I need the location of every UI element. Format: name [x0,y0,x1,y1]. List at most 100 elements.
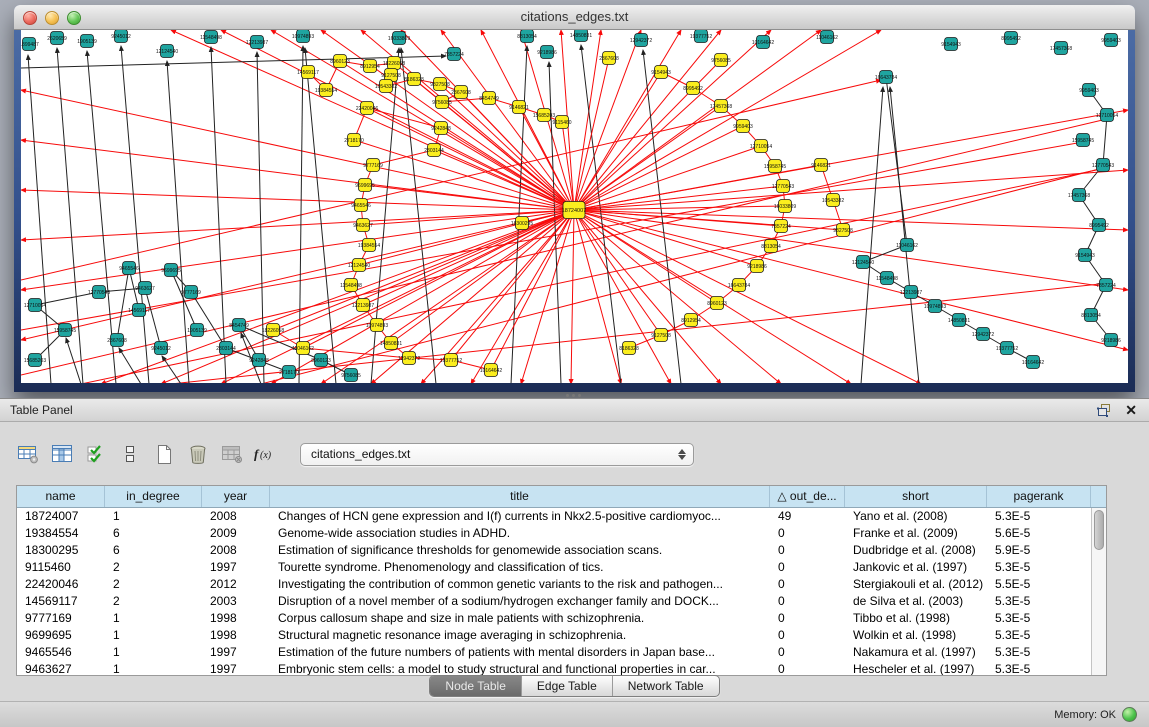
table-row[interactable]: 946554611997Estimation of the future num… [17,644,1091,661]
cell-pagerank: 5.3E-5 [987,610,1091,627]
table-selector-combobox[interactable]: citations_edges.txt [300,443,694,466]
svg-text:14850831: 14850831 [570,33,592,39]
cell-name: 9699695 [17,627,105,644]
memory-status-label: Memory: OK [1054,709,1116,721]
svg-text:10543382: 10543382 [375,84,397,90]
cell-outde: 0 [770,559,845,576]
cell-year: 2003 [202,593,270,610]
table-panel: Table Panel ✕ f(x) citations_edges.txt [0,398,1149,727]
cell-title: Changes of HCN gene expression and I(f) … [270,508,770,525]
svg-text:8813054: 8813054 [517,34,537,40]
table-options-button[interactable] [14,441,41,468]
cell-outde: 0 [770,542,845,559]
show-columns-button[interactable] [48,441,75,468]
cell-indegree: 2 [105,559,202,576]
svg-text:9245012: 9245012 [151,346,171,352]
cell-short: Nakamura et al. (1997) [845,644,987,661]
table-row[interactable]: 977716911998Corpus callosum shape and si… [17,610,1091,627]
delete-columns-button[interactable] [184,441,211,468]
svg-text:12213987: 12213987 [352,303,374,309]
svg-text:19384554: 19384554 [315,88,337,94]
svg-text:9242848: 9242848 [249,358,269,364]
column-header-year[interactable]: year [202,486,270,507]
table-row[interactable]: 1830029562008Estimation of significance … [17,542,1091,559]
table-row[interactable]: 911546021997Tourette syndrome. Phenomeno… [17,559,1091,576]
cell-year: 2008 [202,508,270,525]
svg-text:12942372: 12942372 [398,356,420,362]
network-canvas[interactable]: 1899487262065919051399245012121245401154… [21,30,1128,383]
table-row[interactable]: 2242004622012Investigating the contribut… [17,576,1091,593]
svg-text:8912954: 8912954 [360,64,380,70]
cell-short: de Silva et al. (2003) [845,593,987,610]
vertical-scrollbar[interactable] [1091,508,1106,675]
column-header-name[interactable]: name [17,486,105,507]
panel-splitter-handle[interactable] [566,394,582,398]
memory-ok-indicator-icon [1122,707,1137,722]
svg-text:18300295: 18300295 [511,221,533,227]
svg-text:9463627: 9463627 [353,223,373,229]
table-tab-bar: Node TableEdge TableNetwork Table [0,673,1149,698]
column-header-short[interactable]: short [845,486,987,507]
cell-name: 18724007 [17,508,105,525]
minimize-button[interactable] [45,11,59,25]
column-header-pagerank[interactable]: pagerank [987,486,1091,507]
column-header-title[interactable]: title [270,486,770,507]
table-row[interactable]: 969969511998Structural magnetic resonanc… [17,627,1091,644]
svg-text:9127508: 9127508 [381,73,401,79]
svg-text:8995492: 8995492 [1001,36,1021,42]
column-header-outde[interactable]: △ out_de... [770,486,845,507]
panel-title: Table Panel [0,399,1149,421]
combobox-stepper-icon[interactable] [677,447,686,462]
svg-text:9465546: 9465546 [351,203,371,209]
zoom-button[interactable] [67,11,81,25]
cell-year: 1997 [202,644,270,661]
row-height-button[interactable] [116,441,143,468]
table-header-row: namein_degreeyeartitle△ out_de...shortpa… [17,486,1106,508]
function-builder-button[interactable]: f(x) [252,441,279,468]
table-row[interactable]: 1872400712008Changes of HCN gene express… [17,508,1091,525]
svg-text:16033809: 16033809 [388,36,410,42]
cell-indegree: 1 [105,627,202,644]
cell-title: Structural magnetic resonance image aver… [270,627,770,644]
cell-indegree: 1 [105,610,202,627]
table-selector-value: citations_edges.txt [301,447,410,461]
svg-text:8960123: 8960123 [330,59,350,65]
svg-text:9959403: 9959403 [1101,38,1121,44]
tab-edge-table[interactable]: Edge Table [522,676,613,696]
svg-text:10164642: 10164642 [752,40,774,46]
svg-text:7857224: 7857224 [771,224,791,230]
svg-text:9154943: 9154943 [1075,253,1095,259]
svg-text:9146821: 9146821 [509,105,529,111]
svg-text:12213987: 12213987 [246,40,268,46]
table-row[interactable]: 1938455462009Genome-wide association stu… [17,525,1091,542]
scrollbar-thumb[interactable] [1094,510,1104,550]
svg-text:16033809: 16033809 [774,204,796,210]
tab-node-table[interactable]: Node Table [430,676,522,696]
svg-text:2803144: 2803144 [424,148,444,154]
svg-text:8813054: 8813054 [1081,313,1101,319]
create-column-button[interactable] [150,441,177,468]
cell-pagerank: 5.3E-5 [987,644,1091,661]
cell-outde: 0 [770,576,845,593]
import-table-button[interactable] [218,441,245,468]
svg-text:18226058: 18226058 [383,61,405,67]
svg-text:8813054: 8813054 [761,244,781,250]
close-button[interactable] [23,11,37,25]
svg-text:9827508: 9827508 [430,82,450,88]
close-panel-icon[interactable]: ✕ [1125,399,1137,421]
svg-text:12942372: 12942372 [972,332,994,338]
select-rows-button[interactable] [82,441,109,468]
cell-indegree: 6 [105,542,202,559]
cell-name: 19384554 [17,525,105,542]
cell-outde: 0 [770,593,845,610]
tab-network-table[interactable]: Network Table [613,676,719,696]
network-view-window[interactable]: 1899487262065919051399245012121245401154… [14,5,1135,392]
column-header-indegree[interactable]: in_degree [105,486,202,507]
cell-year: 2012 [202,576,270,593]
window-titlebar[interactable]: citations_edges.txt [14,5,1135,30]
float-panel-icon[interactable] [1097,404,1112,417]
svg-text:1905139: 1905139 [187,328,207,334]
table-row[interactable]: 1456911722003Disruption of a novel membe… [17,593,1091,610]
svg-text:11046162: 11046162 [292,346,314,352]
cell-short: Jankovic et al. (1997) [845,559,987,576]
